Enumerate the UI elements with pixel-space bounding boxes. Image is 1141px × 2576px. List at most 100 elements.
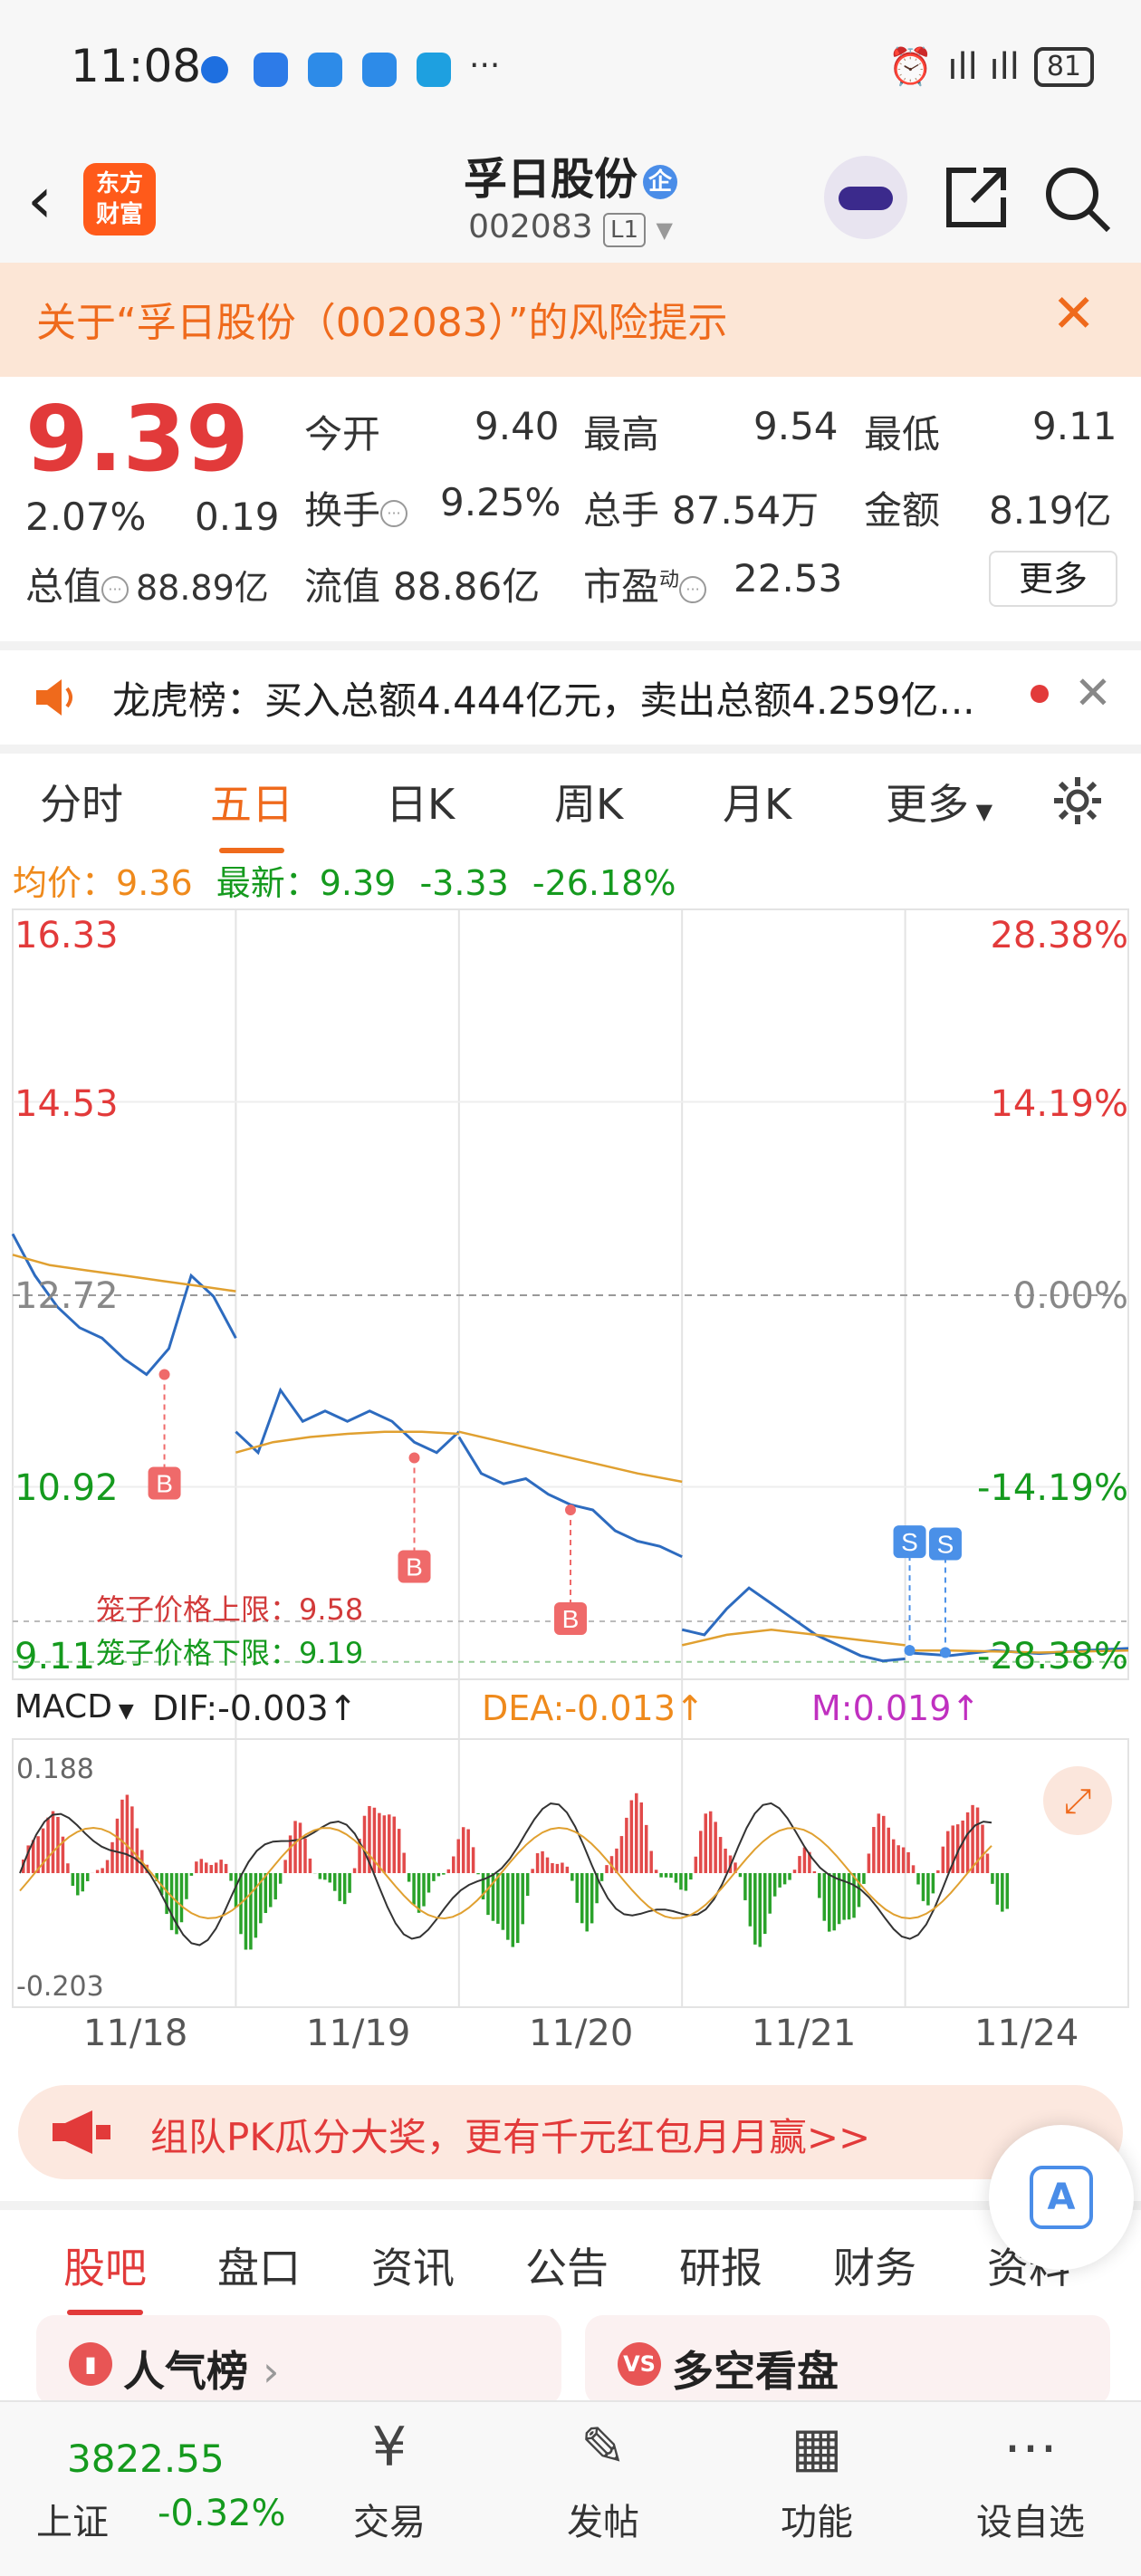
index-pct[interactable]: -0.32% — [158, 2493, 286, 2534]
bottom-nav: 3822.55 上证 -0.32% ¥ 交易 ✎ 发帖 ▦ 功能 ⋯ 设自选 — [0, 2400, 1141, 2576]
macd-bar — [506, 1873, 510, 1940]
low-value: 9.11 — [1032, 404, 1117, 448]
tab-more[interactable]: 更多 ▼ — [886, 772, 992, 831]
macd-bar — [714, 1821, 717, 1873]
tab-weekly-k[interactable]: 周K — [554, 772, 623, 831]
macd-bar — [486, 1873, 490, 1916]
signal-icon: ıll ıll — [947, 45, 1020, 88]
popularity-card[interactable]: ▮ 人气榜 › — [36, 2315, 561, 2406]
x-axis-label: 11/19 — [306, 2013, 411, 2054]
macd-selector[interactable]: MACD ▼ — [14, 1688, 134, 1725]
more-notifications-icon: ··· — [469, 47, 501, 84]
left-axis-label: 9.11 — [14, 1636, 96, 1677]
macd-bar — [293, 1821, 297, 1873]
settings-gear-icon[interactable] — [1050, 774, 1105, 828]
macd-bar — [639, 1802, 643, 1873]
macd-bar — [699, 1831, 703, 1873]
tab-announcement[interactable]: 公告 — [525, 2235, 609, 2295]
tab-monthly-k[interactable]: 月K — [723, 772, 791, 831]
macd-bar — [269, 1873, 273, 1908]
nav-post[interactable]: ✎ 发帖 — [549, 2402, 657, 2545]
macd-bar — [822, 1873, 827, 1921]
macd-bar — [832, 1873, 836, 1931]
app-root: 11:08 ··· ⏰ ıll ıll 81 ‹ 东方 财富 孚日股份企 0020… — [0, 0, 1141, 2576]
macd-bar — [991, 1873, 994, 1884]
macd-bar — [664, 1873, 668, 1878]
macd-bar — [575, 1873, 580, 1903]
risk-text[interactable]: 关于“孚日股份（002083）”的风险提示 — [36, 290, 728, 348]
index-value[interactable]: 3822.55 — [67, 2437, 225, 2481]
tab-research[interactable]: 研报 — [679, 2235, 762, 2295]
more-circle-icon: ⋯ — [1003, 2416, 1058, 2479]
macd-bar — [961, 1820, 964, 1873]
macd-bar — [328, 1873, 332, 1883]
chat-notification-icon — [308, 53, 342, 87]
cage-lower-limit: 笼子价格下限：9.19 — [96, 1636, 364, 1670]
macd-bar — [195, 1861, 198, 1873]
pe-label[interactable]: 市盈动 ··· — [583, 556, 707, 611]
macd-bar — [456, 1839, 460, 1873]
macd-bar — [189, 1873, 194, 1876]
macd-bar — [120, 1799, 124, 1873]
turnover-label[interactable]: 换手 ··· — [304, 480, 408, 535]
more-button[interactable]: 更多 — [989, 551, 1117, 607]
tab-guba[interactable]: 股吧 — [63, 2235, 147, 2315]
macd-bar — [818, 1873, 821, 1898]
macd-bar — [921, 1873, 925, 1901]
share-icon[interactable] — [942, 163, 1011, 232]
nav-trade[interactable]: ¥ 交易 — [335, 2402, 444, 2545]
left-axis-label: 10.92 — [14, 1467, 119, 1509]
macd-bar — [219, 1860, 223, 1873]
macd-bar — [926, 1873, 930, 1906]
nav-watchlist[interactable]: ⋯ 设自选 — [967, 2402, 1094, 2545]
macd-bar — [798, 1856, 801, 1873]
close-icon[interactable]: ✕ — [1051, 283, 1096, 344]
chevron-down-icon: ▼ — [656, 217, 673, 243]
floating-translate-button[interactable]: A — [989, 2125, 1134, 2270]
tab-intraday[interactable]: 分时 — [40, 772, 123, 831]
dragon-text[interactable]: 龙虎榜：买入总额4.444亿元，卖出总额4.259亿... — [112, 670, 975, 726]
five-day-chart[interactable]: B B B SS 16.33 14.53 12.72 10.92 9.11 28.38… — [0, 897, 1141, 2056]
promo-banner[interactable]: 组队PK瓜分大奖，更有千元红包月月赢>> — [18, 2085, 1123, 2179]
tab-pankou[interactable]: 盘口 — [217, 2235, 301, 2295]
tab-five-day[interactable]: 五日 — [210, 772, 293, 853]
right-axis-label: 14.19% — [990, 1083, 1128, 1125]
macd-bar — [619, 1836, 624, 1873]
search-icon[interactable] — [1041, 163, 1114, 235]
tab-finance[interactable]: 财务 — [833, 2235, 916, 2295]
tab-news[interactable]: 资讯 — [371, 2235, 455, 2295]
status-time: 11:08 — [71, 40, 202, 92]
macd-bar — [985, 1853, 990, 1873]
macd-bar — [674, 1873, 678, 1883]
index-name[interactable]: 上证 — [36, 2493, 109, 2545]
volume-value: 87.54万 — [672, 488, 820, 533]
macd-bar — [432, 1873, 436, 1881]
enterprise-badge: 企 — [643, 165, 677, 199]
trade-marker-text: B — [156, 1470, 173, 1498]
macd-bar — [422, 1873, 426, 1907]
macd-bar — [471, 1847, 475, 1873]
dragon-tiger-notice[interactable]: 龙虎榜：买入总额4.444亿元，卖出总额4.259亿... ✕ — [0, 641, 1141, 735]
macd-bar — [971, 1804, 974, 1873]
macd-bar — [382, 1815, 387, 1873]
nav-functions[interactable]: ▦ 功能 — [762, 2402, 871, 2545]
low-label: 最低 — [864, 412, 941, 457]
macd-bar — [758, 1873, 762, 1947]
expand-icon[interactable]: ⤢ — [1043, 1766, 1112, 1835]
mktcap-label[interactable]: 总值 ··· — [25, 556, 129, 611]
macd-bar — [501, 1873, 505, 1930]
macd-bar — [936, 1870, 940, 1873]
macd-bar — [283, 1860, 287, 1873]
macd-bar — [179, 1873, 184, 1923]
close-icon[interactable]: ✕ — [1074, 667, 1112, 719]
macd-bar — [882, 1815, 886, 1873]
macd-bar — [392, 1816, 396, 1873]
macd-bar — [278, 1873, 283, 1884]
translate-icon: A — [1030, 2166, 1093, 2229]
ai-assistant-icon[interactable] — [824, 156, 907, 239]
promo-text[interactable]: 组队PK瓜分大奖，更有千元红包月月赢>> — [150, 2107, 870, 2162]
macd-bar — [205, 1862, 208, 1873]
bull-bear-card[interactable]: VS 多空看盘 — [585, 2315, 1110, 2406]
tab-daily-k[interactable]: 日K — [386, 772, 455, 831]
risk-banner[interactable]: 关于“孚日股份（002083）”的风险提示 ✕ — [0, 263, 1141, 377]
